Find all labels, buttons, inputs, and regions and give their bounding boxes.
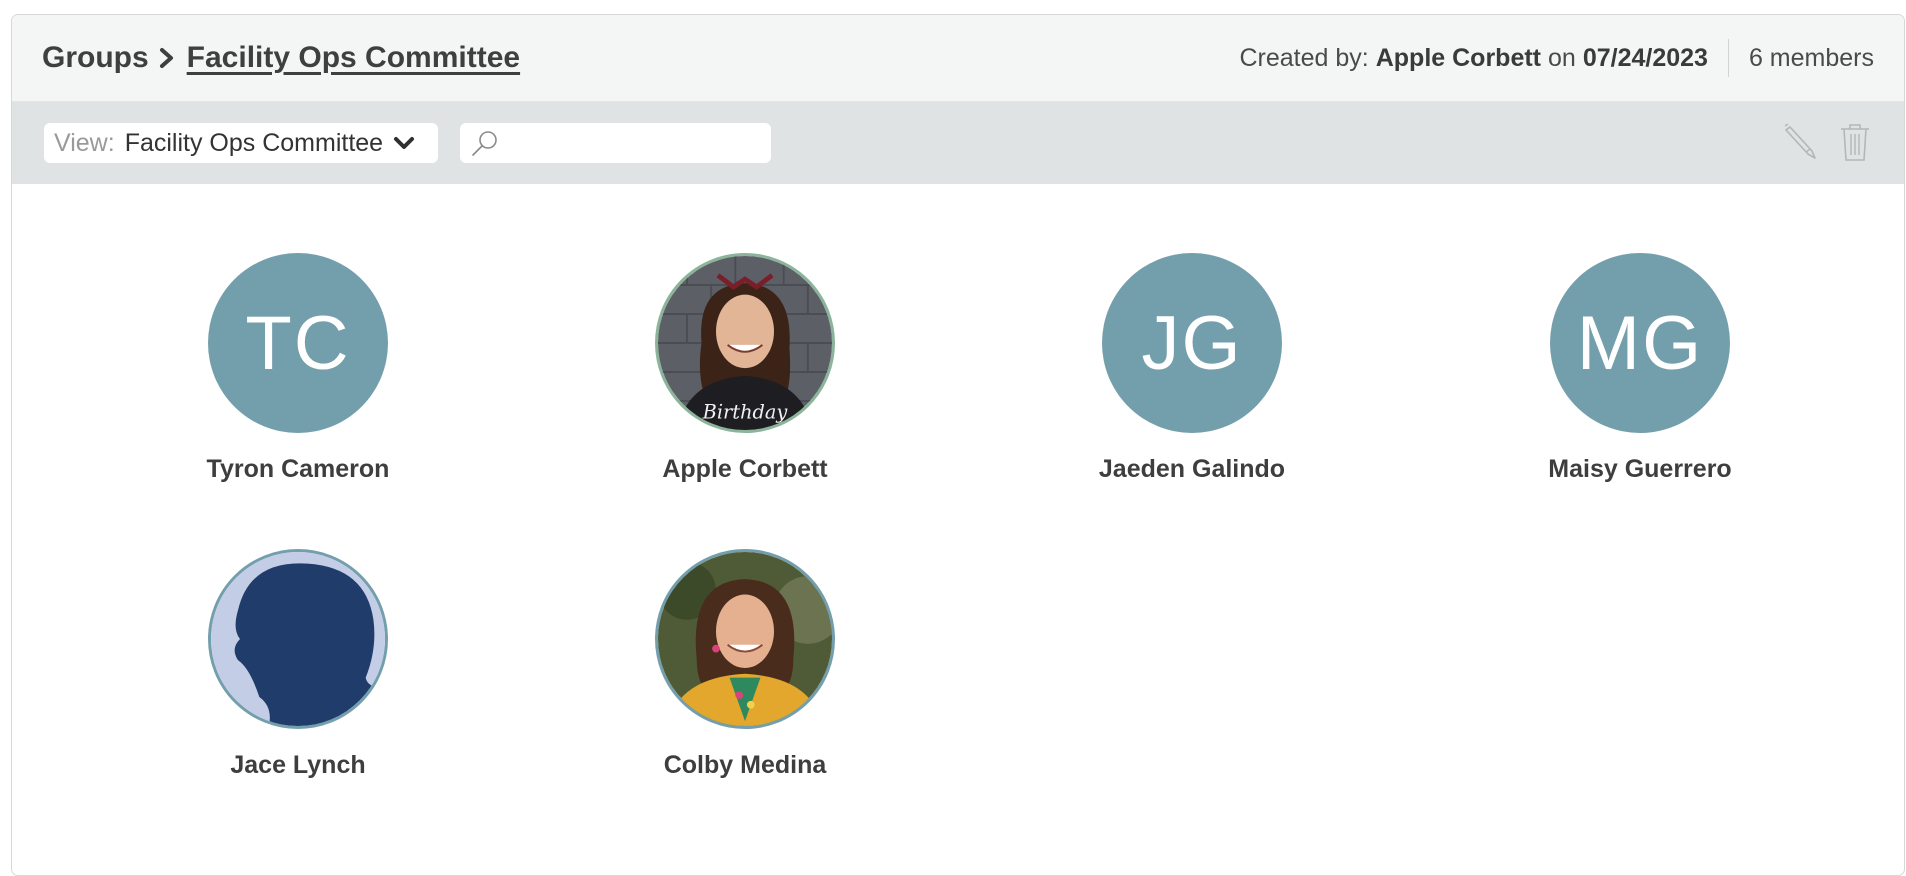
view-dropdown[interactable]: View: Facility Ops Committee: [44, 123, 438, 163]
avatar-photo[interactable]: Birthday: [655, 253, 835, 433]
meta-divider: [1727, 39, 1729, 77]
view-label: View:: [54, 128, 115, 157]
group-panel: Groups Facility Ops Committee Created by…: [11, 14, 1905, 876]
member-name[interactable]: Tyron Cameron: [148, 455, 448, 484]
person-photo-icon: [658, 552, 832, 726]
member-name[interactable]: Maisy Guerrero: [1490, 455, 1790, 484]
avatar-initials: JG: [1141, 300, 1243, 386]
avatar-photo[interactable]: [208, 549, 388, 729]
avatar[interactable]: JG: [1102, 253, 1282, 433]
chevron-down-icon: [393, 135, 415, 151]
created-date: 07/24/2023: [1582, 43, 1708, 72]
group-meta: Created by: Apple Corbett on 07/24/2023 …: [1239, 39, 1874, 77]
person-photo-icon: Birthday: [658, 256, 832, 430]
member-card[interactable]: TC Tyron Cameron: [148, 253, 448, 484]
group-header: Groups Facility Ops Committee Created by…: [12, 15, 1904, 102]
group-toolbar: View: Facility Ops Committee: [12, 102, 1904, 184]
breadcrumb-groups-link[interactable]: Groups: [42, 41, 149, 75]
avatar[interactable]: TC: [208, 253, 388, 433]
member-card[interactable]: Birthday Apple Corbett: [595, 253, 895, 484]
on-label: on: [1548, 43, 1576, 72]
member-name[interactable]: Apple Corbett: [595, 455, 895, 484]
search-box: [460, 123, 771, 163]
search-input[interactable]: [506, 127, 770, 159]
silhouette-icon: [211, 552, 385, 726]
member-name[interactable]: Colby Medina: [595, 751, 895, 780]
avatar-initials: TC: [245, 300, 351, 386]
chevron-right-icon: [159, 47, 175, 69]
member-card[interactable]: Jace Lynch: [148, 549, 448, 780]
creator-name: Apple Corbett: [1375, 43, 1542, 72]
created-by-label: Created by:: [1239, 43, 1369, 72]
avatar-photo[interactable]: [655, 549, 835, 729]
member-name[interactable]: Jaeden Galindo: [1042, 455, 1342, 484]
member-name[interactable]: Jace Lynch: [148, 751, 448, 780]
member-grid: TC Tyron Cameron Birthday Apple Corbett …: [12, 184, 1904, 824]
toolbar-actions: [1780, 122, 1872, 167]
trash-icon[interactable]: [1838, 122, 1872, 167]
search-icon: [470, 128, 500, 158]
pencil-icon[interactable]: [1780, 122, 1820, 167]
breadcrumb: Groups Facility Ops Committee: [42, 41, 520, 75]
avatar-initials: MG: [1576, 300, 1704, 386]
member-card[interactable]: MG Maisy Guerrero: [1490, 253, 1790, 484]
member-card[interactable]: JG Jaeden Galindo: [1042, 253, 1342, 484]
svg-text:Birthday: Birthday: [702, 400, 789, 423]
avatar[interactable]: MG: [1550, 253, 1730, 433]
member-card[interactable]: Colby Medina: [595, 549, 895, 780]
member-count: 6 members: [1748, 43, 1874, 72]
view-selected-value: Facility Ops Committee: [124, 128, 384, 157]
breadcrumb-current-group[interactable]: Facility Ops Committee: [187, 41, 520, 75]
